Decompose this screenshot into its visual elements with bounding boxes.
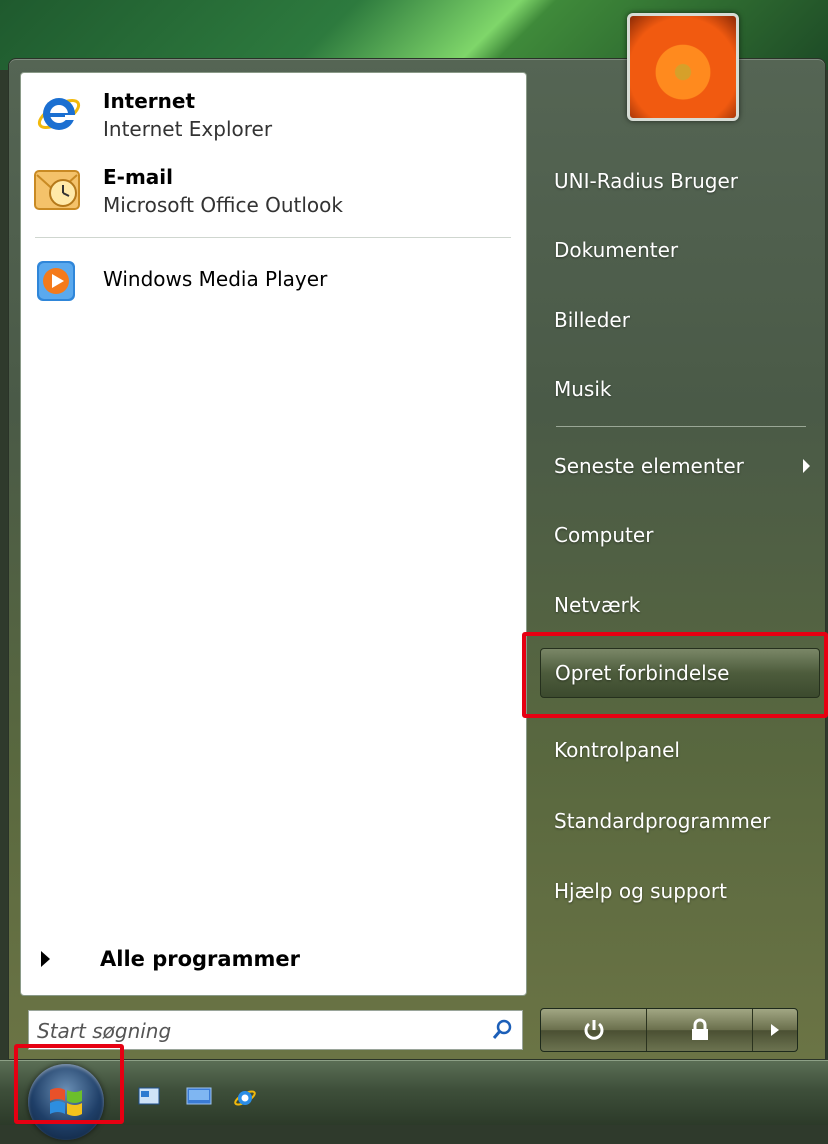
user-picture[interactable]	[627, 13, 739, 121]
windows-media-player-icon	[33, 255, 85, 307]
pinned-internet-title: Internet	[103, 89, 196, 113]
internet-explorer-icon[interactable]	[232, 1086, 256, 1106]
taskbar	[0, 1060, 828, 1125]
right-item-control-panel[interactable]: Kontrolpanel	[540, 725, 820, 775]
arrow-right-icon	[771, 1024, 779, 1036]
pinned-internet-subtitle: Internet Explorer	[103, 117, 273, 141]
right-item-network[interactable]: Netværk	[540, 580, 820, 630]
power-icon	[584, 1020, 603, 1040]
pinned-email-title: E-mail	[103, 165, 174, 189]
pinned-internet[interactable]: Internet Internet Explorer	[33, 87, 272, 143]
right-item-help-support-label: Hjælp og support	[554, 879, 727, 903]
lock-button[interactable]	[647, 1009, 753, 1051]
right-item-pictures[interactable]: Billeder	[540, 295, 820, 345]
recent-windows-media-player-label: Windows Media Player	[103, 267, 328, 291]
arrow-right-icon	[41, 951, 50, 967]
right-item-recent-items-label: Seneste elementer	[554, 454, 744, 478]
highlight-box-start-button	[14, 1044, 124, 1124]
recent-windows-media-player[interactable]: Windows Media Player	[33, 255, 327, 307]
right-item-music[interactable]: Musik	[540, 364, 820, 414]
right-item-documents-label: Dokumenter	[554, 238, 679, 262]
right-item-music-label: Musik	[554, 377, 612, 401]
right-item-control-panel-label: Kontrolpanel	[554, 738, 680, 762]
right-item-user[interactable]: UNI-Radius Bruger	[540, 156, 820, 206]
right-item-documents[interactable]: Dokumenter	[540, 225, 820, 275]
pinned-email[interactable]: E-mail Microsoft Office Outlook	[33, 163, 343, 219]
right-item-recent-items[interactable]: Seneste elementer	[540, 441, 820, 491]
right-item-user-label: UNI-Radius Bruger	[554, 169, 738, 193]
right-item-network-label: Netværk	[554, 593, 641, 617]
right-item-pictures-label: Billeder	[554, 308, 630, 332]
power-controls	[540, 1008, 798, 1052]
lock-icon	[691, 1018, 708, 1040]
show-desktop-icon[interactable]	[138, 1086, 160, 1106]
search-icon[interactable]	[490, 1018, 514, 1042]
pinned-email-subtitle: Microsoft Office Outlook	[103, 193, 343, 217]
highlight-box-connect-to	[522, 632, 828, 718]
all-programs-label: Alle programmer	[100, 947, 300, 971]
power-button[interactable]	[541, 1009, 647, 1051]
programs-pane: Internet Internet Explorer E-mail Micros…	[20, 72, 527, 996]
all-programs-button[interactable]: Alle programmer	[35, 947, 300, 971]
right-item-default-programs[interactable]: Standardprogrammer	[540, 796, 820, 846]
switch-windows-icon[interactable]	[186, 1086, 212, 1106]
submenu-arrow-icon	[803, 459, 810, 473]
right-item-computer[interactable]: Computer	[540, 510, 820, 560]
right-item-computer-label: Computer	[554, 523, 654, 547]
right-item-help-support[interactable]: Hjælp og support	[540, 866, 820, 916]
outlook-icon	[33, 163, 85, 215]
right-separator	[556, 426, 806, 427]
shutdown-options-button[interactable]	[753, 1009, 797, 1051]
pinned-separator	[35, 237, 511, 238]
right-item-default-programs-label: Standardprogrammer	[554, 809, 771, 833]
internet-explorer-icon	[33, 87, 85, 139]
